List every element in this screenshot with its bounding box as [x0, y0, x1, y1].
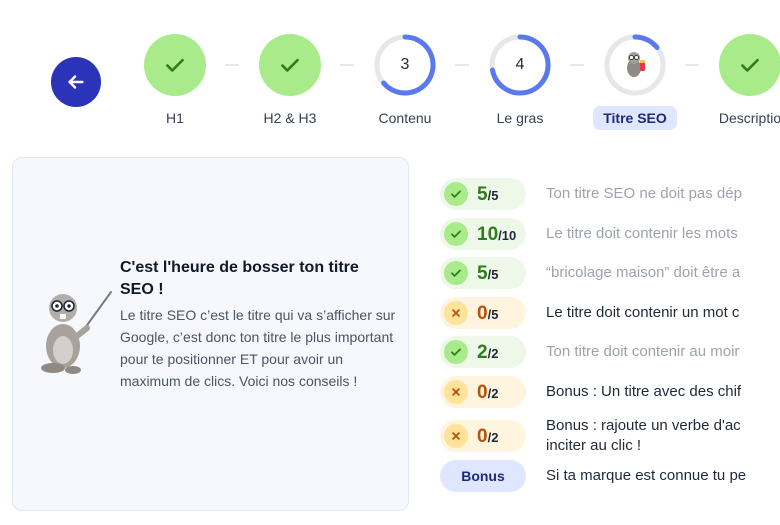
score-max: /2 [487, 345, 499, 361]
score-max: /2 [487, 385, 499, 401]
step-connector [340, 64, 354, 66]
step-label: Descriptio [718, 110, 780, 126]
card-title: C'est l'heure de bosser ton titre SEO ! [120, 259, 359, 298]
x-icon [444, 301, 468, 325]
step-connector [570, 64, 584, 66]
criterion-row: Bonus Si ta marque est connue tu pe [440, 459, 780, 493]
criterion-text: Le titre doit contenir un mot c [546, 304, 740, 321]
x-icon [444, 424, 468, 448]
card-description: Le titre SEO c’est le titre qui va s’aff… [120, 307, 396, 389]
step-progress-ring: 4 [489, 34, 551, 96]
score-value: 5 [477, 183, 488, 205]
score-value: 2 [477, 341, 488, 363]
criterion-text: Si ta marque est connue tu pe [546, 467, 747, 484]
criterion-row: 2/2 Ton titre doit contenir au moir [440, 335, 780, 369]
criterion-text: Ton titre SEO ne doit pas dép [546, 185, 742, 202]
step-number: 3 [400, 56, 410, 73]
check-icon [444, 182, 468, 206]
score-pill: 2/2 [440, 336, 526, 368]
bonus-label: Bonus [461, 468, 505, 484]
step-h1[interactable]: H1 [130, 34, 220, 130]
x-icon [444, 380, 468, 404]
criterion-row: 10/10 Le titre doit contenir les mots [440, 217, 780, 251]
step-number: 4 [515, 56, 525, 73]
score-max: /5 [487, 266, 499, 282]
step-status-done [144, 34, 206, 96]
check-icon [444, 261, 468, 285]
step-progress-ring: 3 [374, 34, 436, 96]
score-pill: 10/10 [440, 218, 526, 250]
check-icon [444, 340, 468, 364]
score-max: /10 [498, 227, 517, 243]
criterion-text: Bonus : rajoute un verbe d'ac inciter au… [546, 417, 741, 454]
beaver-teacher-mascot-icon [41, 291, 112, 374]
criterion-text: “bricolage maison” doit être a [546, 264, 741, 281]
score-value: 0 [477, 425, 488, 447]
step-status-done [719, 34, 780, 96]
criterion-text: Le titre doit contenir les mots [546, 225, 738, 242]
criterion-row: 0/5 Le titre doit contenir un mot c [440, 296, 780, 330]
step-connector [455, 64, 469, 66]
check-icon [741, 58, 759, 72]
step-titre-seo[interactable]: Titre SEO [590, 34, 680, 130]
bonus-pill: Bonus [440, 460, 526, 492]
criterion-text: Ton titre doit contenir au moir [546, 343, 740, 360]
step-contenu[interactable]: 3 Contenu [360, 34, 450, 130]
step-label: Contenu [378, 110, 432, 126]
score-pill: 0/2 [440, 376, 526, 408]
step-status-done [259, 34, 321, 96]
score-value: 10 [477, 223, 499, 245]
info-card: C'est l'heure de bosser ton titre SEO ! … [12, 157, 409, 511]
criterion-text: Bonus : Un titre avec des chif [546, 383, 742, 400]
step-connector [685, 64, 699, 66]
step-label: H1 [166, 110, 184, 126]
step-label: Le gras [496, 110, 544, 126]
step-le-gras[interactable]: 4 Le gras [475, 34, 565, 130]
step-label-active: Titre SEO [593, 106, 677, 130]
score-max: /5 [487, 306, 499, 322]
criterion-row: 0/2 Bonus : Un titre avec des chif [440, 375, 780, 409]
criterion-row: 5/5 Ton titre SEO ne doit pas dép [440, 177, 780, 211]
score-value: 5 [477, 262, 488, 284]
score-value: 0 [477, 302, 488, 324]
beaver-mascot-icon [627, 52, 645, 77]
score-pill: 5/5 [440, 257, 526, 289]
arrow-left-icon [68, 75, 84, 89]
step-connector [225, 64, 239, 66]
score-value: 0 [477, 381, 488, 403]
check-icon [166, 58, 184, 72]
score-pill: 5/5 [440, 178, 526, 210]
score-max: /5 [487, 187, 499, 203]
step-label: H2 & H3 [263, 110, 317, 126]
score-max: /2 [487, 429, 499, 445]
score-pill: 0/2 [440, 420, 526, 452]
back-button[interactable] [51, 57, 101, 107]
step-description[interactable]: Descriptio [705, 34, 780, 130]
check-icon [281, 58, 299, 72]
step-h2-h3[interactable]: H2 & H3 [245, 34, 335, 130]
score-pill: 0/5 [440, 297, 526, 329]
criterion-row: 5/5 “bricolage maison” doit être a [440, 256, 780, 290]
step-progress-ring [604, 34, 666, 96]
criterion-row: 0/2 Bonus : rajoute un verbe d'ac incite… [440, 415, 780, 457]
check-icon [444, 222, 468, 246]
